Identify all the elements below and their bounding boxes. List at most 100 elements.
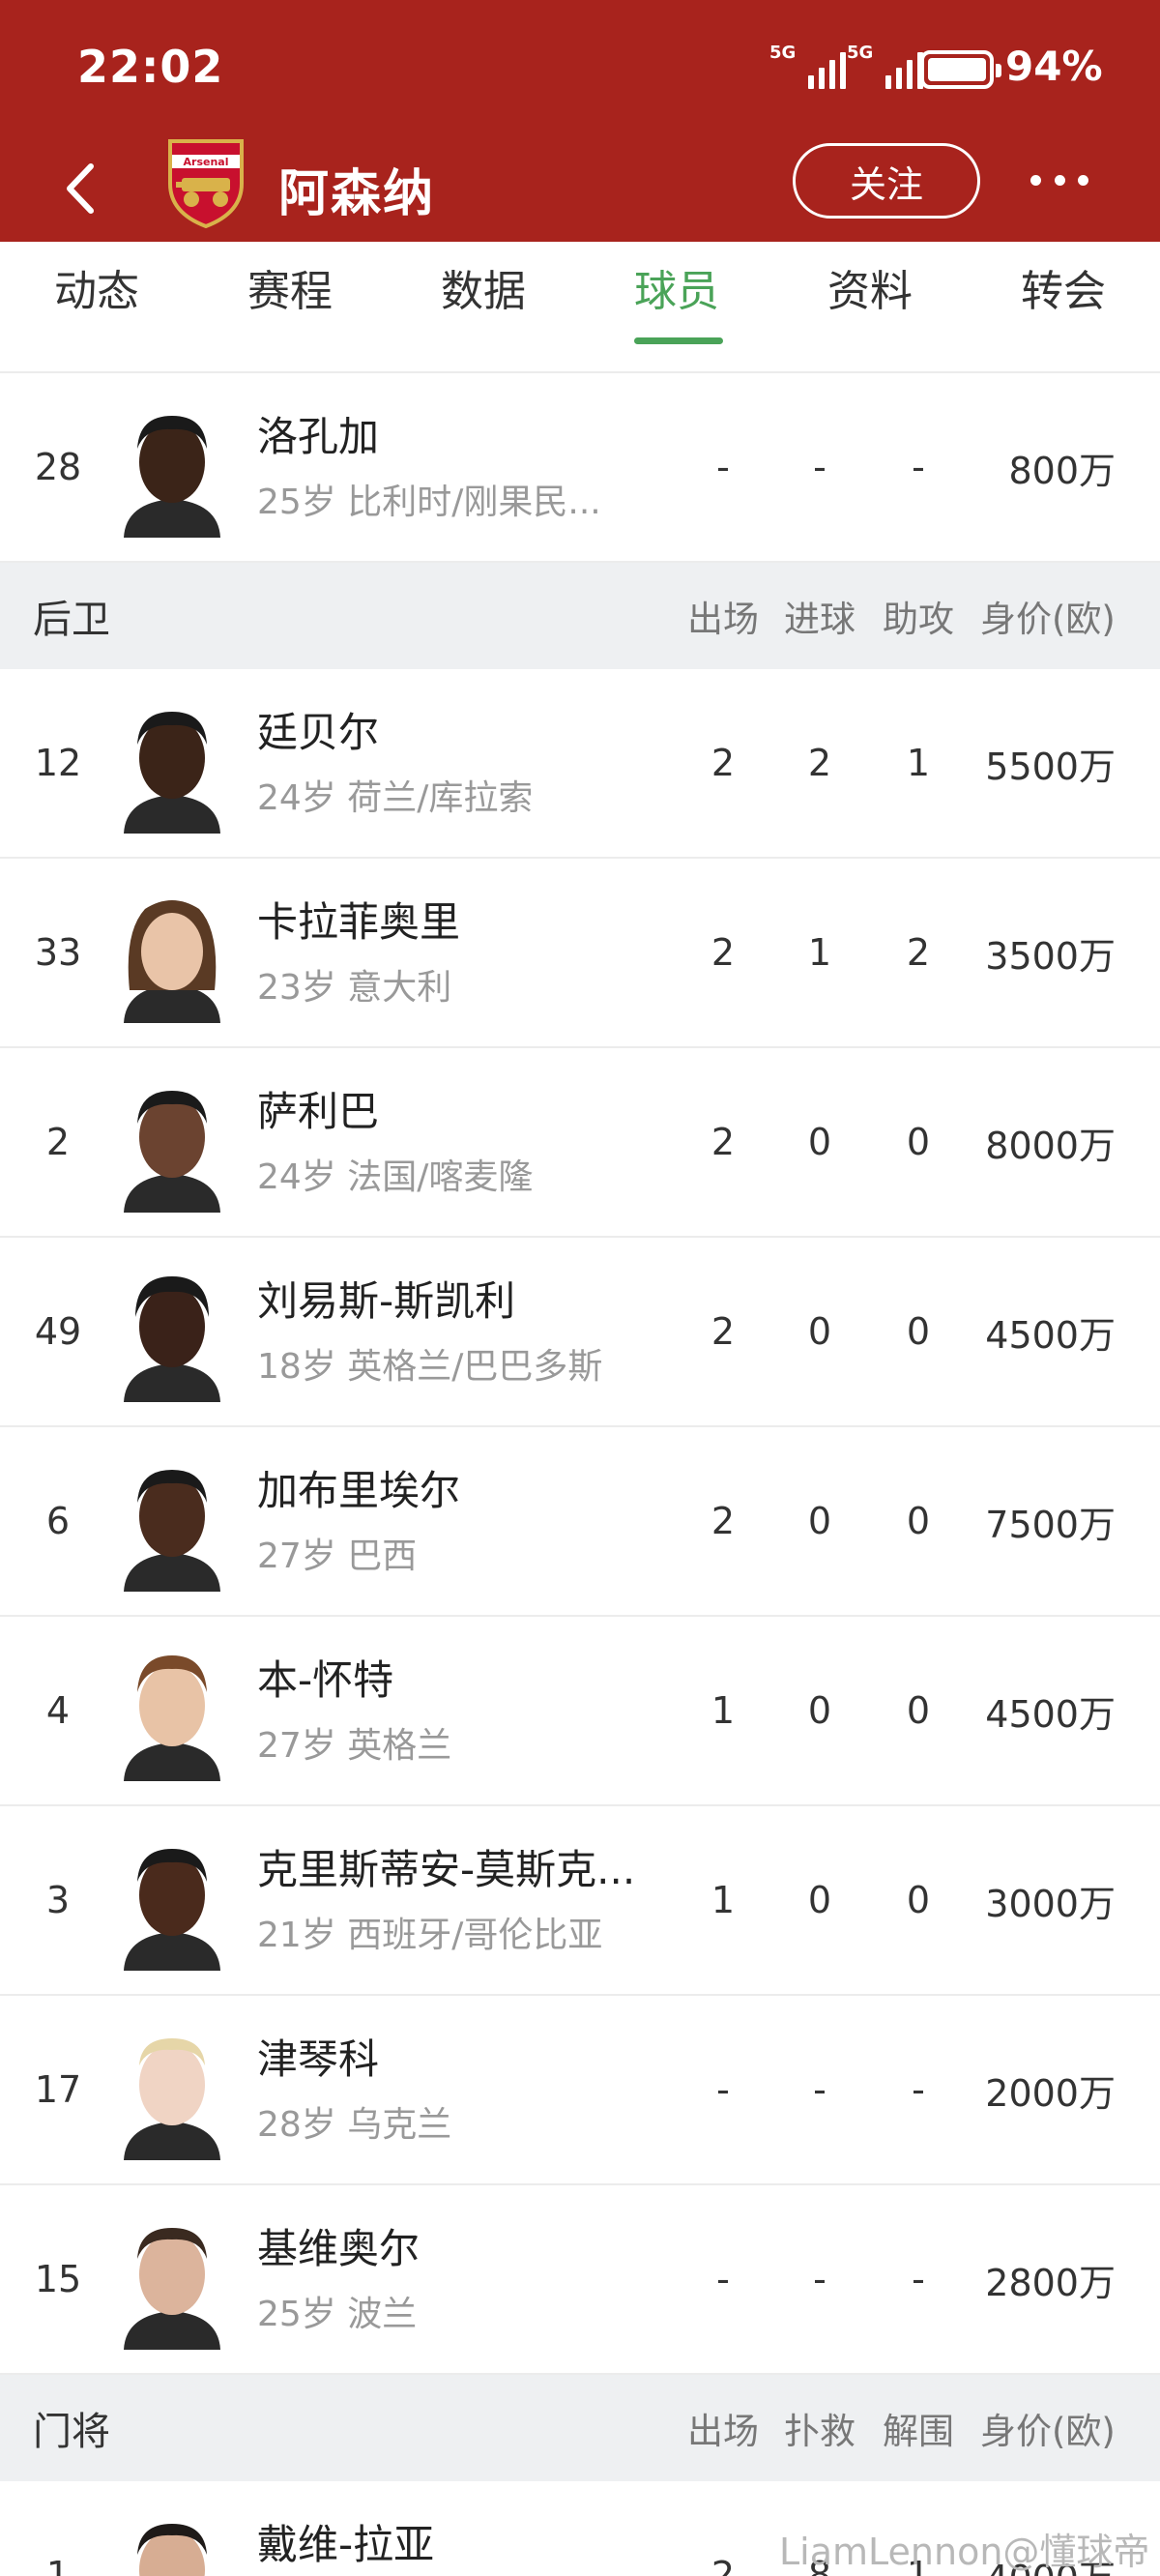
player-avatar <box>124 1091 220 1213</box>
player-row[interactable]: 12 廷贝尔 24岁 荷兰/库拉索 2 2 1 5500万 <box>0 669 1160 859</box>
player-apps: 1 <box>710 1689 736 1732</box>
follow-button[interactable]: 关注 <box>793 143 980 219</box>
player-assists: 0 <box>906 1500 931 1542</box>
player-name: 津琴科 <box>257 2035 380 2083</box>
player-goals: - <box>813 2068 826 2111</box>
status-bar: 22:02 5G 5G 94% <box>0 0 1160 135</box>
player-assists: 1 <box>906 742 931 784</box>
column-header: 扑救 <box>784 2411 856 2452</box>
player-value: 800万 <box>1008 449 1116 492</box>
section-header-defenders: 后卫 出场 进球 助攻 身价(欧) <box>0 563 1160 669</box>
player-number: 15 <box>34 2258 82 2300</box>
list-top-edge <box>0 348 1160 373</box>
player-number: 12 <box>34 742 82 784</box>
player-name: 刘易斯-斯凯利 <box>257 1277 516 1325</box>
section-title: 门将 <box>33 2410 110 2454</box>
player-avatar <box>124 416 220 538</box>
player-goals: 2 <box>807 742 832 784</box>
player-goals: 0 <box>807 1500 832 1542</box>
battery-percent: 94% <box>1005 43 1103 90</box>
player-avatar <box>124 2228 220 2350</box>
player-apps: - <box>716 446 730 488</box>
player-apps: - <box>716 2258 730 2300</box>
more-options-icon[interactable] <box>1030 170 1088 190</box>
player-avatar <box>124 900 220 1023</box>
player-value: 4500万 <box>985 1692 1116 1736</box>
player-avatar <box>124 712 220 834</box>
player-goals: - <box>813 446 826 488</box>
section-title: 后卫 <box>33 598 110 642</box>
player-goals: 1 <box>807 931 832 974</box>
player-avatar <box>124 1470 220 1592</box>
player-row[interactable]: 3 克里斯蒂安-莫斯克... 21岁 西班牙/哥伦比亚 1 0 0 3000万 <box>0 1806 1160 1996</box>
column-header: 身价(欧) <box>980 599 1116 640</box>
player-row[interactable]: 15 基维奥尔 25岁 波兰 - - - 2800万 <box>0 2185 1160 2375</box>
player-value: 4500万 <box>985 1313 1116 1357</box>
player-number: 3 <box>45 1879 71 1921</box>
player-value: 3500万 <box>985 934 1116 978</box>
player-avatar <box>124 1849 220 1971</box>
network-label-1: 5G <box>769 43 797 63</box>
player-apps: 1 <box>710 1879 736 1921</box>
player-info: 27岁 英格兰 <box>257 1726 452 1766</box>
player-info: 24岁 荷兰/库拉索 <box>257 778 534 818</box>
tab-schedule[interactable]: 赛程 <box>193 242 387 348</box>
player-row[interactable]: 28 洛孔加 25岁 比利时/刚果民... - - - 800万 <box>0 373 1160 563</box>
team-name: 阿森纳 <box>278 165 436 223</box>
player-row[interactable]: 33 卡拉菲奥里 23岁 意大利 2 1 2 3500万 <box>0 859 1160 1048</box>
network-label-2: 5G <box>847 43 874 63</box>
tab-label: 动态 <box>54 267 139 316</box>
player-apps: 2 <box>710 2554 736 2576</box>
player-apps: 2 <box>710 931 736 974</box>
status-time: 22:02 <box>77 41 224 93</box>
column-header: 出场 <box>687 599 759 640</box>
tab-label: 球员 <box>634 267 719 316</box>
player-name: 廷贝尔 <box>257 709 380 756</box>
player-assists: 0 <box>906 1310 931 1353</box>
player-avatar <box>124 1276 220 1402</box>
player-goals: 0 <box>807 1689 832 1732</box>
player-name: 本-怀特 <box>257 1656 394 1704</box>
tab-data[interactable]: 数据 <box>387 242 580 348</box>
player-assists: 0 <box>906 1689 931 1732</box>
player-value: 2800万 <box>985 2261 1116 2304</box>
battery-icon <box>920 50 1001 89</box>
player-apps: 2 <box>710 1310 736 1353</box>
tab-label: 转会 <box>1021 267 1106 316</box>
player-info: 27岁 巴西 <box>257 1537 418 1576</box>
player-info: 23岁 意大利 <box>257 968 452 1008</box>
signal-icon: 5G <box>847 43 923 89</box>
player-number: 6 <box>45 1500 71 1542</box>
tab-label: 赛程 <box>247 267 333 316</box>
player-apps: 2 <box>710 1121 736 1163</box>
column-header: 解围 <box>883 2411 954 2452</box>
player-info: 21岁 西班牙/哥伦比亚 <box>257 1916 603 1955</box>
title-bar: Arsenal 阿森纳 关注 <box>0 135 1160 242</box>
player-number: 4 <box>45 1689 71 1732</box>
player-apps: 2 <box>710 742 736 784</box>
player-number: 2 <box>45 1121 71 1163</box>
tab-label: 数据 <box>441 267 526 316</box>
back-arrow-icon[interactable] <box>56 155 104 222</box>
player-goals: 0 <box>807 1879 832 1921</box>
player-row[interactable]: 2 萨利巴 24岁 法国/喀麦隆 2 0 0 8000万 <box>0 1048 1160 1238</box>
player-info: 28岁 乌克兰 <box>257 2105 452 2145</box>
player-value: 5500万 <box>985 745 1116 788</box>
tab-transfers[interactable]: 转会 <box>967 242 1160 348</box>
player-name: 萨利巴 <box>257 1088 380 1135</box>
player-name: 洛孔加 <box>257 413 380 460</box>
player-assists: 0 <box>906 1879 931 1921</box>
active-tab-indicator <box>634 337 723 344</box>
player-value: 3000万 <box>985 1882 1116 1925</box>
player-assists: 2 <box>906 931 931 974</box>
player-row[interactable]: 49 刘易斯-斯凯利 18岁 英格兰/巴巴多斯 2 0 0 4500万 <box>0 1238 1160 1427</box>
player-info: 25岁 波兰 <box>257 2295 418 2334</box>
player-row[interactable]: 4 本-怀特 27岁 英格兰 1 0 0 4500万 <box>0 1617 1160 1806</box>
tab-news[interactable]: 动态 <box>0 242 193 348</box>
player-row[interactable]: 17 津琴科 28岁 乌克兰 - - - 2000万 <box>0 1996 1160 2185</box>
player-apps: 2 <box>710 1500 736 1542</box>
tab-players[interactable]: 球员 <box>580 242 773 348</box>
player-row[interactable]: 6 加布里埃尔 27岁 巴西 2 0 0 7500万 <box>0 1427 1160 1617</box>
column-header: 助攻 <box>883 599 954 640</box>
tab-profile[interactable]: 资料 <box>773 242 967 348</box>
